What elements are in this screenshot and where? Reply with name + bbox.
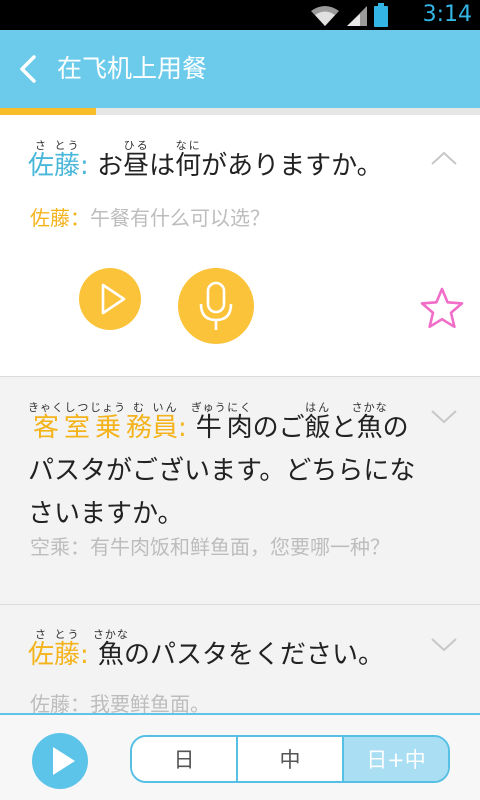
lesson-progress-bar (0, 108, 480, 115)
chevron-up-icon[interactable] (430, 149, 458, 167)
lesson-progress-fill (0, 108, 96, 115)
mode-japanese[interactable]: 日 (132, 737, 238, 781)
japanese-line: 客きゃく室しつ乗じょう務む員いん: 牛ぎゅう肉にくのご飯はんと魚さかなのパスタが… (28, 401, 416, 529)
wifi-icon (311, 6, 339, 26)
dialogue-item-1[interactable]: 佐さ藤とう: お昼ひるは何なにがありますか。 佐藤：午餐有什么可以选？ (0, 115, 480, 377)
chevron-down-icon[interactable] (430, 408, 458, 426)
play-icon (53, 747, 75, 775)
microphone-icon (199, 281, 233, 330)
page-title: 在飞机上用餐 (57, 54, 208, 83)
chevron-down-icon[interactable] (430, 636, 458, 654)
dialogue-item-2[interactable]: 客きゃく室しつ乗じょう務む員いん: 牛ぎゅう肉にくのご飯はんと魚さかなのパスタが… (0, 378, 480, 605)
status-icons (310, 3, 388, 27)
status-bar: 3:14 (0, 0, 480, 30)
battery-icon (374, 3, 388, 27)
record-button[interactable] (178, 268, 254, 344)
japanese-line: 佐さ藤とう: 魚さかなのパスタをください。 (28, 628, 384, 670)
play-icon (101, 283, 126, 315)
chinese-translation: 空乘：有牛肉饭和鲜鱼面，您要哪一种？ (30, 535, 390, 559)
cell-signal-icon (347, 6, 367, 26)
dialogue-item-3[interactable]: 佐さ藤とう: 魚さかなのパスタをください。 佐藤：我要鲜鱼面。 (0, 606, 480, 716)
language-mode-toggle: 日 中 日+中 (130, 735, 450, 783)
play-button[interactable] (79, 268, 141, 330)
mode-japanese-chinese[interactable]: 日+中 (344, 737, 448, 781)
app-bar: 在飞机上用餐 (0, 30, 480, 108)
playback-bar: 日 中 日+中 (0, 713, 480, 800)
mode-chinese[interactable]: 中 (238, 737, 344, 781)
japanese-line: 佐さ藤とう: お昼ひるは何なにがありますか。 (28, 139, 383, 181)
status-clock: 3:14 (422, 2, 472, 27)
chevron-left-icon[interactable] (14, 53, 42, 85)
speaker-name: 客きゃく室しつ乗じょう務む員いん: (28, 401, 187, 443)
speaker-name: 佐さ藤とう: (28, 139, 89, 181)
star-outline-icon[interactable] (419, 286, 465, 330)
speaker-name: 佐さ藤とう: (28, 628, 89, 670)
chinese-translation: 佐藤：午餐有什么可以选？ (30, 206, 270, 230)
play-all-button[interactable] (32, 733, 88, 789)
